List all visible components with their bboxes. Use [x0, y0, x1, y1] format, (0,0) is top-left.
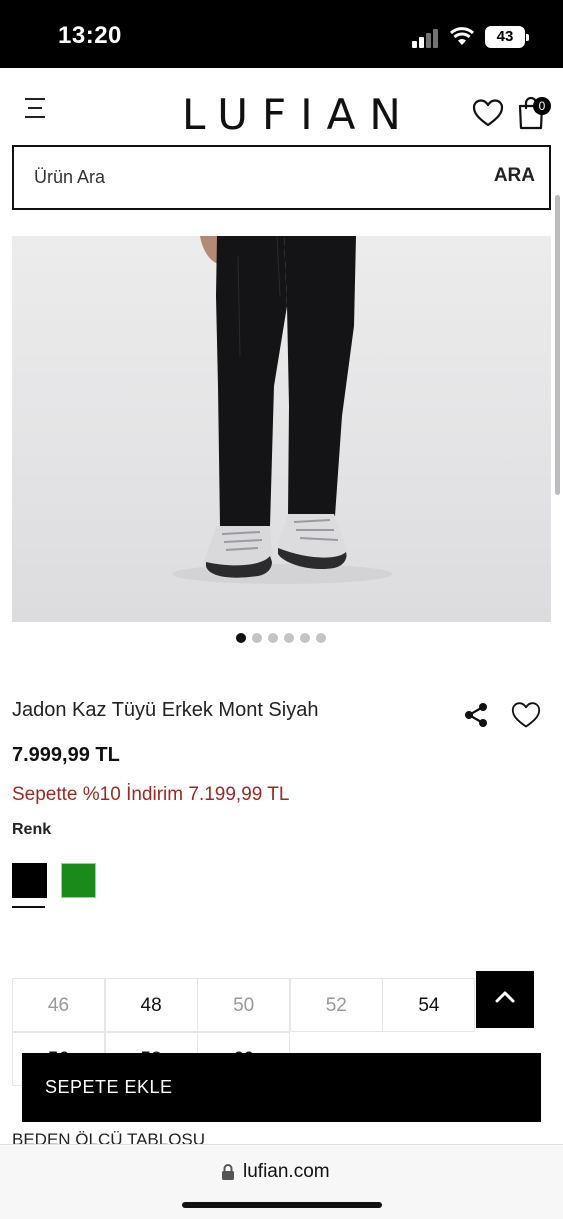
carousel-dot[interactable] [300, 633, 310, 643]
cart-discount-text: Sepette %10 İndirim 7.199,99 TL [12, 784, 290, 805]
hamburger-menu-icon[interactable] [25, 98, 49, 120]
battery-icon: 43 [485, 26, 529, 48]
search-button[interactable]: ARA [494, 165, 535, 187]
back-to-top-button[interactable] [476, 971, 534, 1028]
share-icon[interactable] [463, 702, 489, 728]
product-title: Jadon Kaz Tüyü Erkek Mont Siyah [12, 699, 319, 721]
carousel-dot[interactable] [252, 633, 262, 643]
carousel-dot[interactable] [284, 633, 294, 643]
search-bar: ARA [12, 145, 551, 210]
color-label: Renk [12, 821, 52, 838]
product-favorite-heart-icon[interactable] [511, 701, 541, 729]
size-option[interactable]: 48 [104, 978, 198, 1032]
size-option[interactable]: 46 [12, 978, 105, 1032]
cellular-signal-icon [412, 28, 440, 48]
product-image[interactable] [12, 236, 551, 622]
size-option[interactable]: 54 [382, 978, 476, 1032]
selected-color-indicator [12, 906, 45, 908]
wifi-icon [449, 27, 475, 45]
carousel-dot[interactable] [268, 633, 278, 643]
size-option[interactable]: 50 [197, 978, 291, 1032]
lock-icon [222, 1164, 234, 1180]
color-swatch-green[interactable] [61, 863, 96, 898]
home-indicator [182, 1202, 382, 1208]
browser-url: lufian.com [243, 1161, 330, 1182]
color-swatch-black[interactable] [12, 863, 47, 898]
status-bar: 13:20 43 [0, 0, 563, 68]
size-option[interactable]: 52 [289, 978, 383, 1032]
status-time: 13:20 [58, 22, 122, 49]
search-input[interactable] [34, 147, 454, 208]
product-price: 7.999,99 TL [12, 744, 120, 766]
add-to-cart-button[interactable]: SEPETE EKLE [22, 1053, 541, 1122]
carousel-dot[interactable] [316, 633, 326, 643]
product-photo [172, 236, 392, 584]
brand-logo[interactable]: LUFIAN [182, 90, 415, 139]
cart-count-badge: 0 [533, 97, 551, 115]
page-scrollbar[interactable] [555, 195, 560, 495]
chevron-up-icon [495, 991, 515, 1003]
size-chart-link[interactable]: BEDEN ÖLÇÜ TABLOSU [12, 1130, 205, 1144]
heart-icon[interactable] [472, 98, 504, 128]
browser-address-bar[interactable]: lufian.com [0, 1144, 563, 1219]
carousel-dot[interactable] [236, 633, 246, 643]
site-header: LUFIAN [0, 68, 563, 148]
